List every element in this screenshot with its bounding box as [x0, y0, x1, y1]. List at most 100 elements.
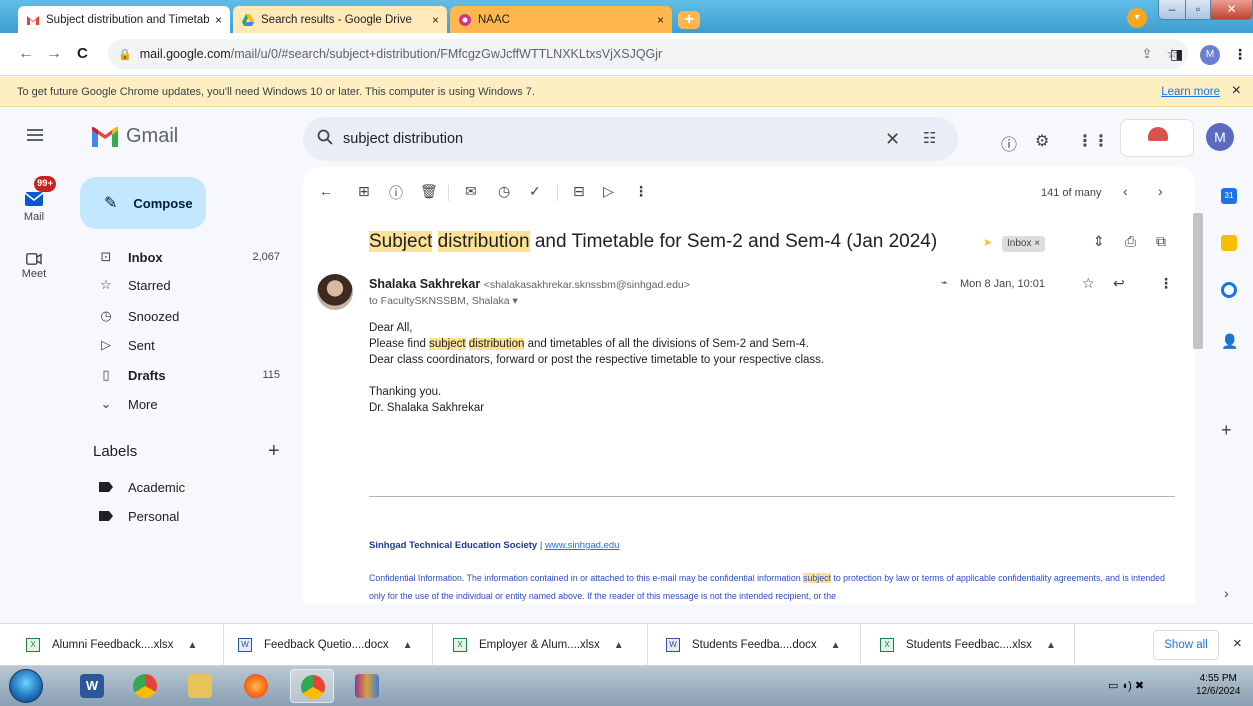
- download-item[interactable]: W Students Feedba....docx ▲: [656, 624, 861, 666]
- sender-name[interactable]: Shalaka Sakhrekar: [369, 277, 480, 291]
- chrome-profile-avatar[interactable]: M: [1200, 45, 1220, 65]
- get-addons-plus-icon[interactable]: +: [1221, 420, 1232, 441]
- back-to-results-icon[interactable]: ←: [319, 183, 333, 199]
- taskbar-explorer[interactable]: [178, 669, 222, 703]
- mark-unread-icon[interactable]: ✉: [465, 183, 477, 200]
- calendar-icon[interactable]: 31: [1221, 188, 1237, 204]
- contacts-person-icon[interactable]: 👤: [1221, 333, 1238, 349]
- banner-close-icon[interactable]: ×: [1232, 82, 1241, 100]
- download-item[interactable]: X Students Feedbac....xlsx ▲: [870, 624, 1075, 666]
- more-options-icon[interactable]: ⋮: [634, 183, 648, 200]
- back-arrow-icon[interactable]: ←: [18, 45, 34, 63]
- clear-search-icon[interactable]: ✕: [885, 129, 900, 150]
- gmail-logo[interactable]: Gmail: [92, 125, 178, 148]
- show-all-downloads-button[interactable]: Show all: [1153, 630, 1219, 660]
- chevron-up-icon[interactable]: ▲: [187, 640, 197, 651]
- nav-item-drafts[interactable]: ▯ Drafts 115: [80, 361, 298, 389]
- address-bar[interactable]: 🔒 mail.google.com/mail/u/0/#search/subje…: [108, 39, 1188, 69]
- rail-meet-label: Meet: [21, 268, 47, 280]
- tab-gmail[interactable]: Subject distribution and Timetab ×: [18, 6, 230, 33]
- search-icon[interactable]: [317, 129, 333, 150]
- nav-item-more[interactable]: ⌄ More: [80, 390, 298, 418]
- search-input[interactable]: subject distribution: [343, 131, 463, 147]
- snooze-clock-icon[interactable]: ◷: [498, 183, 510, 200]
- taskbar-clock[interactable]: 4:55 PM 12/6/2024: [1196, 672, 1241, 698]
- nav-item-inbox[interactable]: ⊡ Inbox 2,067: [80, 243, 298, 271]
- account-avatar[interactable]: M: [1206, 123, 1234, 151]
- nav-item-sent[interactable]: ▷ Sent: [80, 331, 298, 359]
- label-item-personal[interactable]: Personal: [80, 502, 298, 530]
- keep-notes-icon[interactable]: [1221, 235, 1237, 251]
- next-chevron-icon[interactable]: ›: [1158, 183, 1163, 199]
- naac-favicon-icon: [458, 13, 472, 27]
- taskbar-chrome-profile[interactable]: [290, 669, 334, 703]
- label-item-academic[interactable]: Academic: [80, 473, 298, 501]
- taskbar-firefox[interactable]: [234, 669, 278, 703]
- taskbar-word[interactable]: W: [70, 669, 114, 703]
- search-options-icon[interactable]: ☷: [923, 129, 936, 147]
- compose-button[interactable]: ✎ Compose: [80, 177, 206, 229]
- previous-chevron-icon[interactable]: ‹: [1123, 183, 1128, 199]
- add-to-tasks-icon[interactable]: ✓: [529, 183, 541, 200]
- apps-grid-icon[interactable]: ⋮⋮: [1077, 131, 1109, 151]
- label-chip-inbox[interactable]: Inbox ×: [1002, 236, 1046, 252]
- rail-meet[interactable]: Meet: [0, 250, 68, 280]
- tab-close-icon[interactable]: ×: [432, 13, 439, 27]
- archive-icon[interactable]: ⊞: [358, 183, 370, 200]
- search-bar[interactable]: subject distribution ✕ ☷: [303, 117, 958, 161]
- download-item[interactable]: X Alumni Feedback....xlsx ▲: [16, 624, 224, 666]
- window-minimize-button[interactable]: –: [1158, 0, 1186, 20]
- tasks-icon[interactable]: [1221, 282, 1237, 298]
- chrome-menu-icon[interactable]: ⋮: [1233, 46, 1247, 63]
- share-icon[interactable]: ⇪: [1141, 46, 1152, 62]
- taskbar-chrome[interactable]: [123, 669, 167, 703]
- side-panel-expand-icon[interactable]: ›: [1224, 585, 1229, 601]
- help-icon[interactable]: ⓘ: [1001, 131, 1017, 155]
- start-button[interactable]: [9, 669, 43, 703]
- side-panel-icon[interactable]: ◨: [1170, 46, 1183, 63]
- rail-mail[interactable]: Mail: [0, 187, 68, 223]
- delete-trash-icon[interactable]: 🗑: [420, 183, 438, 200]
- chevron-up-icon[interactable]: ▲: [614, 640, 624, 651]
- tab-close-icon[interactable]: ×: [215, 13, 222, 27]
- forward-arrow-icon[interactable]: →: [46, 45, 62, 63]
- reload-icon[interactable]: C: [77, 45, 88, 62]
- message-scrollbar[interactable]: [1193, 213, 1203, 349]
- important-marker-icon[interactable]: ➤: [983, 236, 992, 249]
- add-label-icon[interactable]: +: [268, 440, 280, 463]
- message-more-icon[interactable]: ⋮: [1159, 275, 1173, 292]
- move-to-icon[interactable]: ⊟: [573, 183, 585, 200]
- main-menu-icon[interactable]: [27, 129, 43, 131]
- open-new-window-icon[interactable]: ⧉: [1156, 233, 1166, 250]
- star-message-icon[interactable]: ☆: [1082, 275, 1095, 292]
- tab-search-chevron-icon[interactable]: ▾: [1127, 8, 1147, 28]
- label-as-icon[interactable]: ▷: [603, 183, 614, 200]
- nav-item-snoozed[interactable]: ◷ Snoozed: [80, 302, 298, 330]
- sender-avatar[interactable]: [317, 274, 353, 310]
- tab-naac[interactable]: NAAC ×: [450, 6, 672, 33]
- settings-gear-icon[interactable]: ⚙: [1035, 131, 1049, 151]
- browser-toolbar: ← → C 🔒 mail.google.com/mail/u/0/#search…: [0, 33, 1253, 76]
- taskbar-winrar[interactable]: [345, 669, 389, 703]
- download-item[interactable]: X Employer & Alum....xlsx ▲: [443, 624, 648, 666]
- nav-item-starred[interactable]: ☆ Starred: [80, 271, 298, 299]
- new-tab-button[interactable]: +: [678, 11, 700, 29]
- window-close-button[interactable]: ✕: [1210, 0, 1253, 20]
- tab-google-drive[interactable]: Search results - Google Drive ×: [233, 6, 447, 33]
- organization-logo[interactable]: [1120, 119, 1194, 157]
- chevron-up-icon[interactable]: ▲: [1046, 640, 1056, 651]
- tab-close-icon[interactable]: ×: [657, 13, 664, 27]
- learn-more-link[interactable]: Learn more: [1161, 86, 1220, 98]
- expand-all-icon[interactable]: ⇕: [1093, 233, 1105, 250]
- window-maximize-button[interactable]: ▫: [1185, 0, 1211, 20]
- chevron-up-icon[interactable]: ▲: [403, 640, 413, 651]
- print-icon[interactable]: ⎙: [1125, 233, 1136, 250]
- report-spam-icon[interactable]: ⓘ: [389, 183, 403, 203]
- downloads-close-icon[interactable]: ×: [1233, 635, 1242, 652]
- system-tray-icons[interactable]: ▭ ◖) ✖: [1108, 679, 1144, 692]
- chevron-up-icon[interactable]: ▲: [831, 640, 841, 651]
- signature-website-link[interactable]: www.sinhgad.edu: [545, 540, 619, 551]
- download-item[interactable]: W Feedback Quetio....docx ▲: [228, 624, 433, 666]
- recipients-line[interactable]: to FacultySKNSSBM, Shalaka ▾: [369, 295, 518, 307]
- reply-icon[interactable]: ↩: [1113, 275, 1125, 292]
